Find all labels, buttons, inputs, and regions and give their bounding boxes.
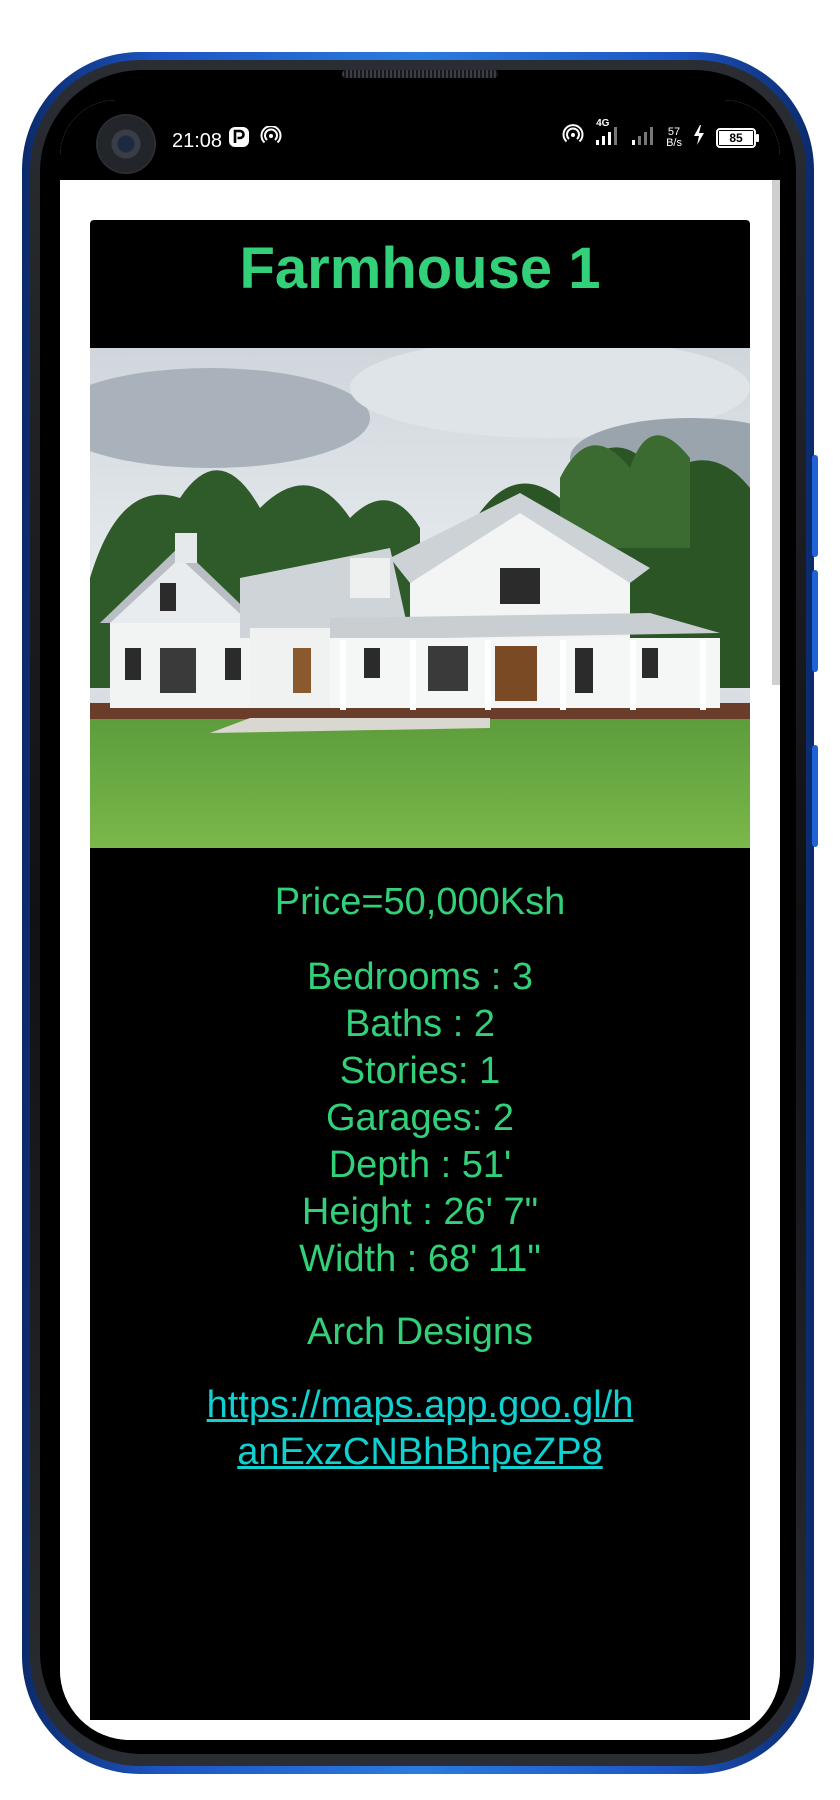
speed-unit: B/s: [666, 137, 682, 149]
spec-depth: Depth : 51': [328, 1144, 512, 1186]
map-link[interactable]: https://maps.app.goo.gl/hanExzCNBhBhpeZP…: [200, 1382, 640, 1476]
scrollbar[interactable]: [772, 180, 780, 685]
hotspot-status-icon: [562, 124, 584, 152]
spec-bedrooms: Bedrooms : 3: [307, 956, 533, 998]
hotspot-icon: [260, 125, 282, 154]
listing-title: Farmhouse 1: [239, 236, 601, 301]
house-photo: [90, 348, 750, 848]
battery-level: 85: [719, 131, 753, 145]
network-speed: 57 B/s: [666, 127, 682, 149]
volume-down-button[interactable]: [812, 570, 818, 672]
specs-list: Bedrooms : 3 Baths : 2 Stories: 1 Garage…: [90, 954, 750, 1283]
status-bar: 21:08 4G 57 B/s 85: [60, 100, 780, 180]
status-time: 21:08: [172, 130, 223, 152]
network-type-label: 4G: [596, 118, 610, 129]
signal-bars-icon: [630, 124, 656, 152]
power-button[interactable]: [812, 745, 818, 847]
charging-icon: [692, 124, 706, 152]
earpiece-speaker: [342, 70, 498, 78]
webview[interactable]: Farmhouse 1 Price=50,000Ksh Bedrooms: 3…: [60, 180, 780, 1740]
parking-icon: [228, 126, 250, 154]
price-label: Price=50,000Ksh: [274, 881, 566, 923]
company-name: Arch Designs: [307, 1311, 533, 1353]
spec-baths: Baths : 2: [345, 1003, 495, 1045]
signal-4g-icon: 4G: [594, 118, 620, 152]
spec-width: Width : 68' 11": [299, 1238, 541, 1280]
volume-up-button[interactable]: [812, 455, 818, 557]
spec-height: Height : 26' 7": [301, 1191, 539, 1233]
listing-card: Farmhouse 1 Price=50,000Ksh Bedrooms: 3…: [90, 220, 750, 1720]
spec-garages: Garages: 2: [326, 1097, 514, 1139]
front-camera: [98, 116, 154, 172]
phone-screen: 21:08 4G 57 B/s 85 Farmhouse 1 Price=50,…: [60, 100, 780, 1740]
battery-icon: 85: [716, 128, 759, 148]
spec-stories: Stories: 1: [339, 1050, 501, 1092]
